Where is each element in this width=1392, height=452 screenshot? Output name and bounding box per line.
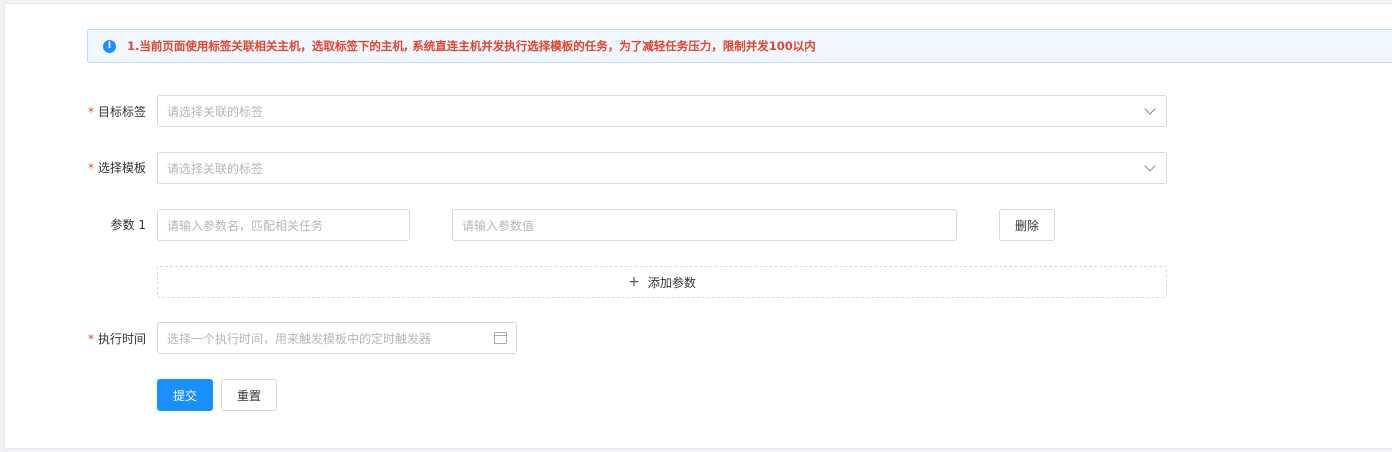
- param-name-placeholder: 请输入参数名，匹配相关任务: [167, 218, 324, 233]
- template-select[interactable]: 请选择关联的标签: [157, 152, 1167, 184]
- chevron-down-icon: [1144, 160, 1156, 172]
- add-param-button[interactable]: + 添加参数: [157, 266, 1167, 298]
- delete-param-button[interactable]: 删除: [999, 209, 1055, 241]
- param-value-input[interactable]: 请输入参数值: [452, 209, 957, 241]
- add-param-label: 添加参数: [647, 275, 696, 290]
- required-mark: *: [87, 105, 94, 119]
- target-tag-select[interactable]: 请选择关联的标签: [157, 95, 1167, 127]
- param-label: 参数 1: [110, 218, 146, 232]
- param-name-input[interactable]: 请输入参数名，匹配相关任务: [157, 209, 410, 241]
- alert-message: 1.当前页面使用标签关联相关主机，选取标签下的主机, 系统直连主机并发执行选择模…: [127, 39, 816, 53]
- calendar-icon: [494, 332, 507, 344]
- exec-time-label: * 执行时间: [87, 332, 146, 346]
- plus-icon: +: [628, 274, 640, 290]
- chevron-down-icon: [1144, 103, 1156, 115]
- exec-time-placeholder: 选择一个执行时间，用来触发模板中的定时触发器: [167, 331, 432, 346]
- reset-button[interactable]: 重置: [221, 379, 277, 411]
- required-mark: *: [87, 161, 94, 175]
- template-placeholder: 请选择关联的标签: [167, 161, 264, 176]
- submit-button[interactable]: 提交: [157, 379, 213, 411]
- target-tag-label: * 目标标签: [87, 105, 146, 119]
- info-icon: i: [103, 39, 116, 53]
- target-tag-placeholder: 请选择关联的标签: [167, 104, 264, 119]
- exec-time-picker[interactable]: 选择一个执行时间，用来触发模板中的定时触发器: [157, 322, 517, 354]
- info-alert: i 1.当前页面使用标签关联相关主机，选取标签下的主机, 系统直连主机并发执行选…: [87, 29, 1392, 63]
- required-mark: *: [87, 332, 94, 346]
- param-value-placeholder: 请输入参数值: [462, 218, 535, 233]
- template-label: * 选择模板: [87, 161, 146, 175]
